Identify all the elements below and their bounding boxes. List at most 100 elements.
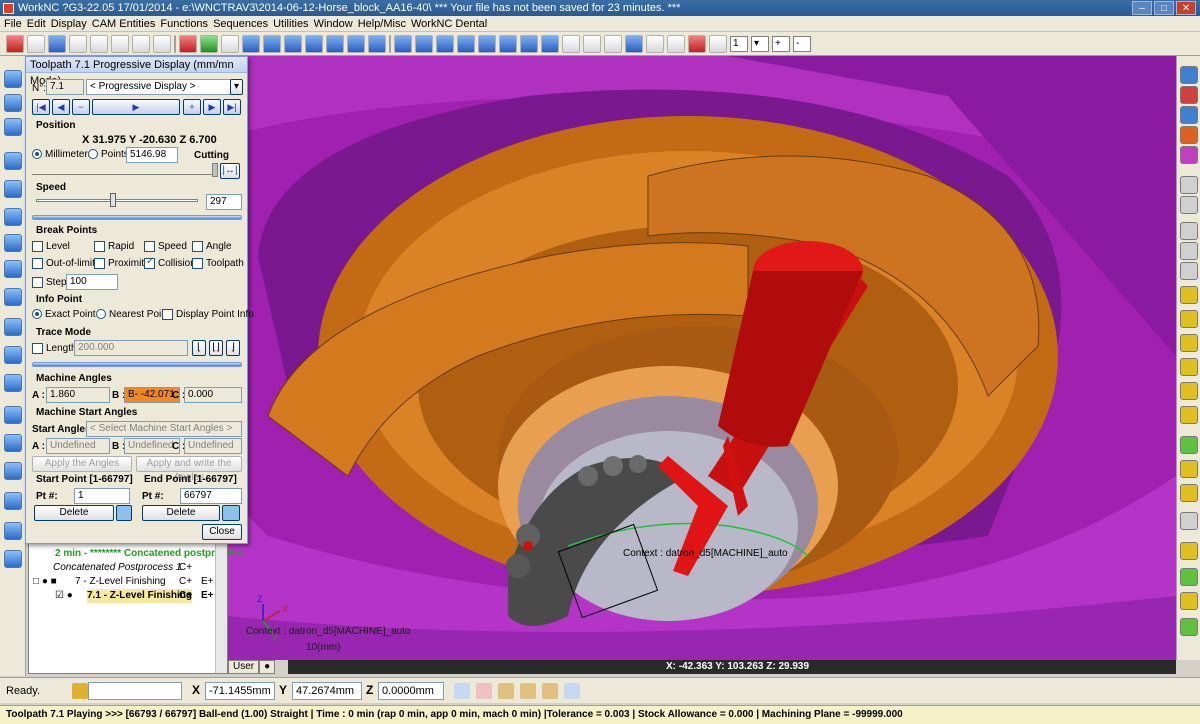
x-field[interactable]: -71.1455mm [205, 682, 275, 700]
display-icon[interactable] [1180, 512, 1198, 530]
tool-icon[interactable] [4, 406, 22, 424]
start-a-field[interactable]: Undefined [46, 438, 110, 454]
close-dialog-button[interactable]: Close [202, 524, 242, 540]
display-point-info-checkbox[interactable]: Display Point Info [162, 309, 254, 320]
view-iso5-icon[interactable] [541, 34, 559, 53]
millimeters-radio[interactable]: Millimeters [32, 149, 93, 160]
menu-worknc-dental[interactable]: WorkNC Dental [411, 18, 492, 30]
view-back-icon[interactable] [436, 34, 454, 53]
view-bottom-icon[interactable] [457, 34, 475, 53]
tree-item-zlevel-finishing[interactable]: 7 - Z-Level Finishing [75, 575, 166, 589]
trace-length-field[interactable]: 200.000 [74, 340, 188, 356]
toolpath-checkbox[interactable]: Toolpath [192, 258, 244, 269]
open-folder-icon[interactable] [27, 34, 45, 53]
display-icon[interactable] [1180, 436, 1198, 454]
end-point-pick-icon[interactable] [222, 505, 240, 521]
view-iso-icon[interactable] [242, 34, 260, 53]
display-icon[interactable] [1180, 406, 1198, 424]
printer-icon[interactable] [4, 550, 22, 568]
tool-icon[interactable] [4, 462, 22, 480]
display-icon[interactable] [1180, 176, 1198, 194]
view-top-icon[interactable] [263, 34, 281, 53]
save-icon[interactable] [48, 34, 66, 53]
z-field[interactable]: 0.0000mm [378, 682, 444, 700]
tool-icon[interactable] [4, 492, 22, 510]
display-icon[interactable] [1180, 66, 1198, 84]
tools-icon[interactable] [520, 683, 536, 699]
view-iso2-icon[interactable] [478, 34, 496, 53]
tool-icon[interactable] [4, 208, 22, 226]
display-icon[interactable] [1180, 196, 1198, 214]
tree-scrollbar[interactable] [215, 541, 227, 673]
start-point-pick-icon[interactable] [116, 505, 132, 521]
view-shaded-icon[interactable] [305, 34, 323, 53]
tab-globe-icon[interactable]: ● [259, 660, 276, 674]
cursor-icon[interactable] [454, 683, 470, 699]
toolpath-number-field[interactable]: 7.1 [46, 79, 84, 95]
zoom-window-icon[interactable] [562, 34, 580, 53]
menu-display[interactable]: Display [51, 18, 92, 30]
display-icon[interactable] [1180, 310, 1198, 328]
view-right-icon[interactable] [415, 34, 433, 53]
trace-left-icon[interactable]: ⌊ [192, 340, 206, 356]
angle-checkbox[interactable]: Angle [192, 241, 232, 252]
display-icon[interactable] [1180, 286, 1198, 304]
display-icon[interactable] [1180, 460, 1198, 478]
slider-thumb[interactable] [212, 163, 218, 177]
collision-checkbox[interactable]: Collision [144, 256, 196, 269]
plus-icon[interactable]: + [183, 99, 201, 115]
trace-right-icon[interactable]: ⌋ [226, 340, 240, 356]
display-mode-select[interactable]: < Progressive Display > [86, 79, 242, 95]
step-checkbox[interactable]: Step: [32, 277, 69, 288]
tool-icon[interactable] [4, 346, 22, 364]
tool-icon[interactable] [4, 374, 22, 392]
tab-user[interactable]: User [228, 660, 260, 674]
display-icon[interactable] [1180, 542, 1198, 560]
tool-icon[interactable] [4, 234, 22, 252]
snap-icon[interactable] [498, 683, 514, 699]
view-front-icon[interactable] [284, 34, 302, 53]
cancel-icon[interactable] [6, 34, 24, 53]
redo-icon[interactable] [111, 34, 129, 53]
menu-file[interactable]: File [4, 18, 27, 30]
target-icon[interactable] [476, 683, 492, 699]
display-icon[interactable] [1180, 618, 1198, 636]
layers-icon[interactable] [709, 34, 727, 53]
layer-dropdown-button[interactable]: ▾ [751, 35, 769, 52]
end-point-field[interactable]: 66797 [180, 488, 242, 504]
grid-icon[interactable] [132, 34, 150, 53]
display-icon[interactable] [1180, 106, 1198, 124]
apply-angles-button[interactable]: Apply the Angles [32, 456, 132, 472]
display-icon[interactable] [1180, 382, 1198, 400]
fit-icon[interactable]: |↔| [220, 163, 240, 179]
step-back-icon[interactable]: ◀ [52, 99, 70, 115]
view-sphere-icon[interactable] [326, 34, 344, 53]
menu-sequences[interactable]: Sequences [213, 18, 273, 30]
menu-functions[interactable]: Functions [160, 18, 213, 30]
maximize-button[interactable]: □ [1154, 1, 1174, 15]
speed-slider-thumb[interactable] [110, 193, 116, 207]
rotate-icon[interactable] [646, 34, 664, 53]
help-icon[interactable] [564, 683, 580, 699]
3d-viewport[interactable]: Context : datron_d5[MACHINE]_auto Contex… [228, 56, 1176, 660]
axis-icon[interactable] [179, 34, 197, 53]
tool-icon[interactable] [4, 318, 22, 336]
speed-slider[interactable] [36, 193, 198, 207]
view-box-icon[interactable] [368, 34, 386, 53]
speed-checkbox[interactable]: Speed [144, 241, 187, 252]
tool-icon[interactable] [4, 260, 22, 278]
delete-end-button[interactable]: Delete [142, 505, 220, 521]
speed-field[interactable]: 297 [206, 194, 242, 210]
y-field[interactable]: 47.2674mm [292, 682, 362, 700]
close-window-button[interactable]: ✕ [1176, 1, 1196, 15]
view-rotate-icon[interactable] [200, 34, 218, 53]
apply-write-angles-button[interactable]: Apply and write the Angles [136, 456, 242, 483]
tool-icon[interactable] [4, 118, 22, 136]
position-slider[interactable] [32, 163, 218, 177]
view-iso4-icon[interactable] [520, 34, 538, 53]
display-icon[interactable] [1180, 484, 1198, 502]
pan-icon[interactable] [625, 34, 643, 53]
measure-icon[interactable] [667, 34, 685, 53]
tree-checkbox-icon[interactable]: ☑ ● [55, 589, 73, 603]
level-checkbox[interactable]: Level [32, 241, 70, 252]
